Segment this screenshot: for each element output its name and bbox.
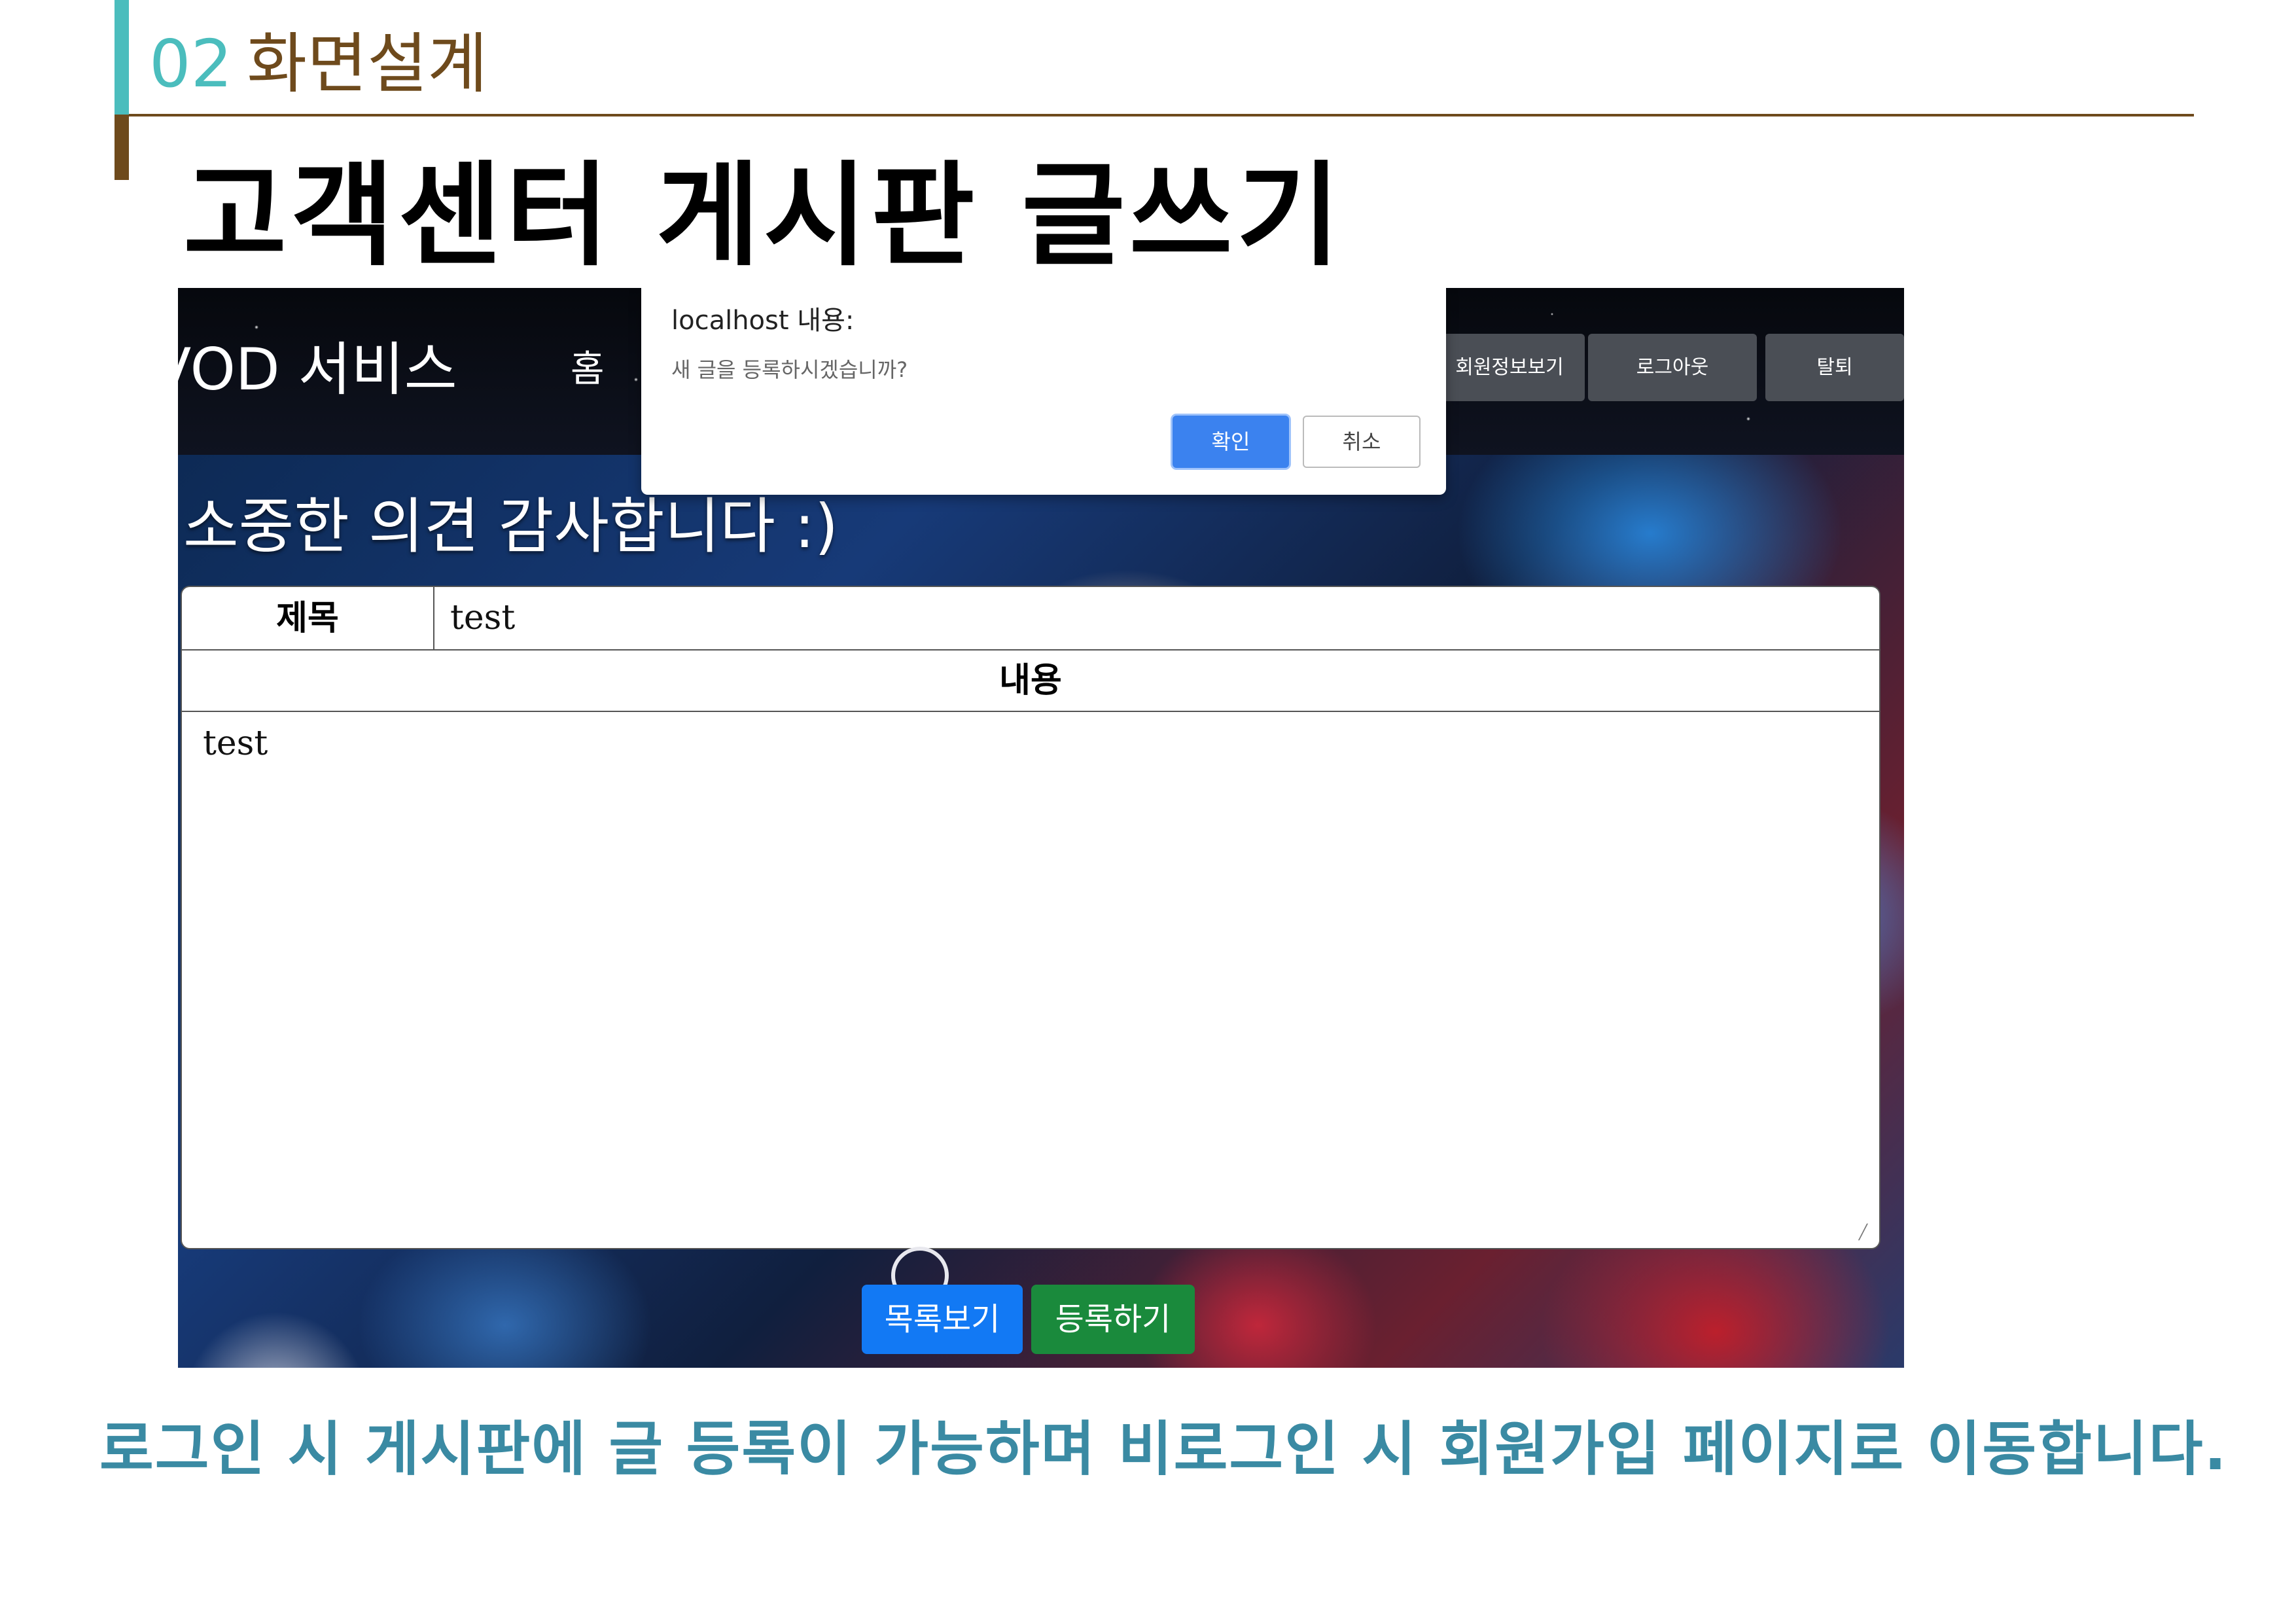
accent-bar-brown [115,115,129,180]
accent-bar-teal [115,0,129,115]
section-title: 화면설계 [247,26,488,102]
slide-title: 고객센터 게시판 글쓰기 [183,150,1345,281]
content-text: test [203,724,268,763]
page-heading: 소중한 의견 감사합니다 :) [183,491,839,562]
section-label: 02 화면설계 [149,18,487,110]
brand-logo[interactable]: VOD 서비스 [178,334,457,406]
app-screenshot: VOD 서비스 홈 회원정보보기 로그아웃 탈퇴 소중한 의견 감사합니다 :)… [178,288,1904,1368]
write-form: 제목 test 내용 test ╱ [181,586,1881,1249]
title-label: 제목 [182,587,434,649]
nav-withdraw-button[interactable]: 탈퇴 [1765,334,1904,401]
nav-member-info-button[interactable]: 회원정보보기 [1434,334,1585,401]
confirm-dialog: localhost 내용: 새 글을 등록하시겠습니까? 확인 취소 [641,288,1446,495]
dialog-message: 새 글을 등록하시겠습니까? [671,357,908,382]
list-button[interactable]: 목록보기 [862,1285,1023,1354]
header-divider [129,114,2194,116]
nav-home-link[interactable]: 홈 [571,337,605,402]
title-input[interactable]: test [450,587,515,649]
title-row: 제목 test [182,587,1879,651]
dialog-title: localhost 내용: [671,306,855,336]
section-number: 02 [149,26,233,102]
content-textarea[interactable]: test ╱ [182,712,1879,1248]
resize-handle-icon[interactable]: ╱ [1850,1224,1867,1241]
dialog-cancel-button[interactable]: 취소 [1303,416,1421,468]
nav-logout-button[interactable]: 로그아웃 [1588,334,1757,401]
dialog-ok-button[interactable]: 확인 [1173,416,1289,468]
content-label: 내용 [182,651,1879,712]
submit-button[interactable]: 등록하기 [1031,1285,1195,1354]
slide-caption: 로그인 시 게시판에 글 등록이 가능하며 비로그인 시 회원가입 페이지로 이… [99,1415,2228,1484]
